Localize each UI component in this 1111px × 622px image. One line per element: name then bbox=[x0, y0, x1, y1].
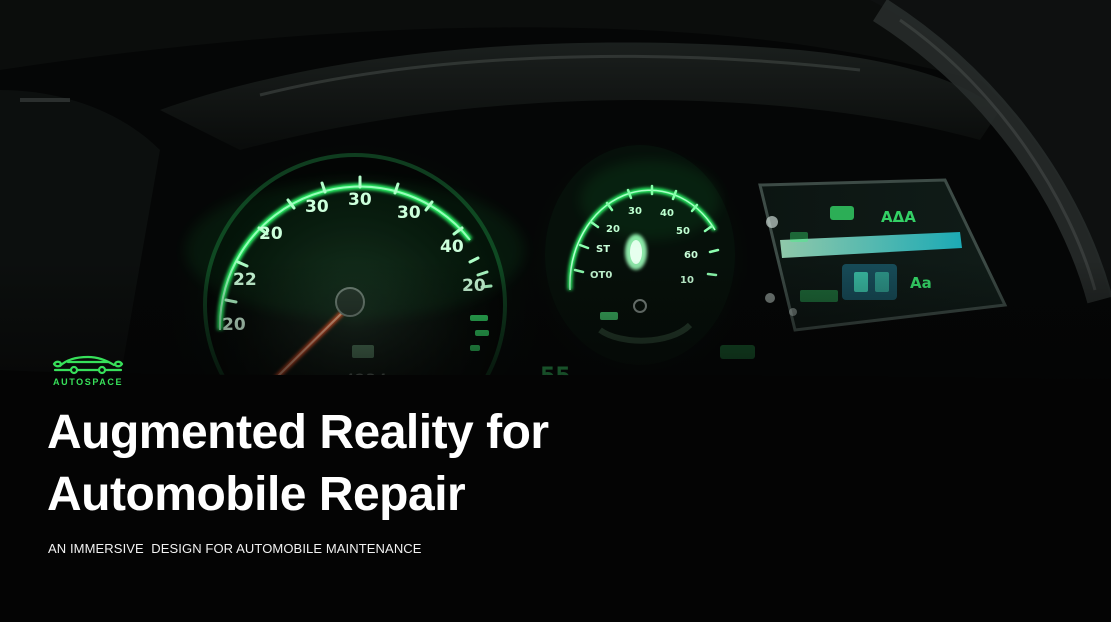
svg-text:60: 60 bbox=[684, 250, 698, 261]
title-line-2: Automobile Repair bbox=[47, 468, 466, 521]
page-title: Augmented Reality for Automobile Repair bbox=[47, 402, 687, 526]
svg-text:ST: ST bbox=[596, 244, 610, 255]
title-line-1: Augmented Reality for bbox=[47, 406, 549, 459]
page-subtitle: AN IMMERSIVE DESIGN FOR AUTOMOBILE MAINT… bbox=[48, 541, 422, 556]
brand-name: AUTOSPACE bbox=[53, 377, 124, 387]
brand-logo: AUTOSPACE bbox=[50, 352, 130, 392]
slide-cover: 20 22 20 30 30 30 40 20 4234 bbox=[0, 0, 1111, 622]
car-wrench-icon bbox=[52, 355, 124, 375]
svg-text:AΔA: AΔA bbox=[881, 208, 916, 226]
dashboard-photo: 20 22 20 30 30 30 40 20 4234 bbox=[0, 0, 1111, 622]
